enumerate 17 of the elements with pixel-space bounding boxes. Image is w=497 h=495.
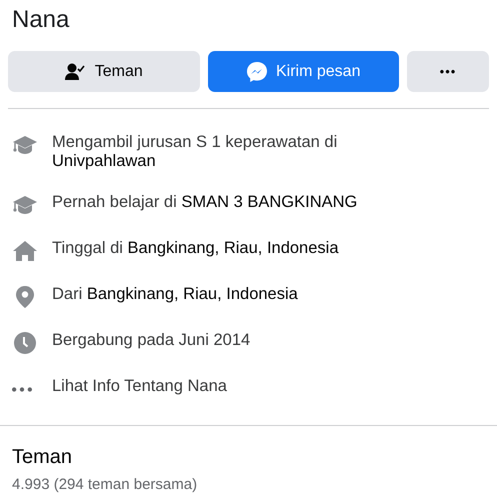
more-icon (12, 386, 32, 392)
intro-text: Mengambil jurusan S 1 keperawatan di Univpahlawan (52, 133, 338, 172)
friend-icon (64, 62, 87, 81)
friends-heading: Teman (11, 445, 74, 470)
clock-icon (12, 331, 38, 356)
intro-text: Dari Bangkinang, Riau, Indonesia (52, 285, 298, 304)
more-button[interactable]: ••• (407, 51, 489, 92)
intro-text: Pernah belajar di SMAN 3 BANGKINANG (52, 193, 358, 212)
messenger-icon (246, 60, 268, 83)
send-message-button[interactable]: Kirim pesan (208, 51, 399, 92)
friends-button[interactable]: Teman (8, 51, 200, 92)
intro-text: Tinggal di Bangkinang, Riau, Indonesia (52, 239, 339, 258)
friends-count: 4.993 (294 teman bersama) (11, 475, 198, 495)
intro-text: Bergabung pada Juni 2014 (52, 331, 250, 350)
see-about-link[interactable]: Lihat Info Tentang Nana (52, 377, 227, 396)
home-icon (12, 239, 38, 264)
profile-name: Nana (11, 5, 70, 35)
